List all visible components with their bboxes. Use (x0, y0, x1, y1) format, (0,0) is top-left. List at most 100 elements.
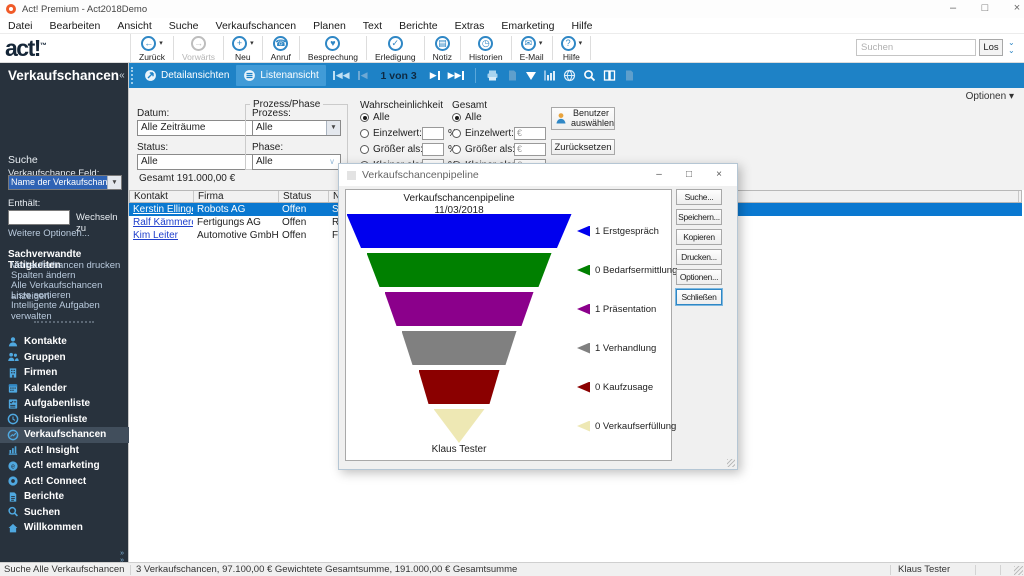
radio-alle[interactable]: Alle (360, 112, 390, 123)
menu-item-text[interactable]: Text (363, 20, 382, 32)
nav-splitter-handle[interactable] (34, 321, 94, 323)
field-select[interactable]: Name der Verkaufschance ▼ (8, 175, 122, 190)
sidebar-item-act-insight[interactable]: Act! Insight (0, 443, 129, 459)
value-input[interactable]: € (514, 143, 546, 156)
column-header-firma[interactable]: Firma (194, 191, 279, 202)
historien-button[interactable]: ◷Historien (461, 34, 511, 62)
column-header-kontakt[interactable]: Kontakt (130, 191, 194, 202)
zurück-button[interactable]: ←▾Zurück (131, 34, 173, 62)
value-input[interactable]: € (514, 127, 546, 140)
sidebar-item-gruppen[interactable]: Gruppen (0, 350, 129, 366)
dialog-maximize-button[interactable]: □ (675, 164, 703, 186)
menu-item-emarketing[interactable]: Emarketing (501, 20, 554, 32)
radio-icon[interactable] (452, 145, 461, 154)
related-link[interactable]: Intelligente Aufgaben verwalten (11, 300, 128, 322)
radio-alle[interactable]: Alle (452, 112, 482, 123)
column-header-status[interactable]: Status (279, 191, 329, 202)
chevron-down-icon[interactable]: ▾ (159, 39, 163, 47)
minimize-button[interactable]: – (936, 0, 970, 18)
menu-item-ansicht[interactable]: Ansicht (117, 20, 151, 32)
radio-icon[interactable] (452, 113, 461, 122)
value-input[interactable] (422, 143, 444, 156)
filter-icon[interactable] (526, 72, 536, 80)
more-options-link[interactable]: Weitere Optionen... (8, 228, 90, 239)
neu-button[interactable]: +▾Neu (224, 34, 262, 62)
chevron-down-icon[interactable]: ▼ (107, 176, 121, 189)
menu-item-berichte[interactable]: Berichte (399, 20, 438, 32)
sidebar-item-aufgabenliste[interactable]: Aufgabenliste (0, 396, 129, 412)
chevron-down-icon[interactable]: ▼ (326, 121, 340, 135)
previous-record-button[interactable]: ◀ (357, 70, 368, 81)
next-record-button[interactable]: ▶ (430, 70, 441, 81)
dialog-speichern-button[interactable]: Speichern... (676, 209, 722, 225)
sidebar-item-willkommen[interactable]: Willkommen (0, 520, 129, 536)
cell-contact[interactable]: Ralf Kämmerer (129, 216, 193, 229)
dialog-resize-grip[interactable] (727, 459, 735, 467)
search-go-button[interactable]: Los (979, 39, 1003, 56)
hilfe-button[interactable]: ?▾Hilfe (553, 34, 591, 62)
sidebar-item-historienliste[interactable]: Historienliste (0, 412, 129, 428)
radio-einzelwert[interactable]: Einzelwert: (360, 128, 422, 139)
notiz-button[interactable]: ▤Notiz (425, 34, 460, 62)
chevron-down-icon[interactable]: ▾ (250, 39, 254, 47)
menu-item-verkaufschancen[interactable]: Verkaufschancen (216, 20, 297, 32)
contact-link[interactable]: Kerstin Ellinger (133, 204, 193, 215)
collapse-sidebar-icon[interactable]: « (119, 70, 125, 81)
cell-contact[interactable]: Kim Leiter (129, 229, 193, 242)
menu-item-hilfe[interactable]: Hilfe (571, 20, 592, 32)
menu-item-planen[interactable]: Planen (313, 20, 346, 32)
dialog-suche-button[interactable]: Suche... (676, 189, 722, 205)
toolbar-overflow-icon[interactable]: ⌄⌄ (1008, 39, 1015, 55)
radio-größerals[interactable]: Größer als: (452, 144, 515, 155)
sidebar-item-firmen[interactable]: Firmen (0, 365, 129, 381)
contains-input[interactable] (8, 210, 70, 225)
preview-icon[interactable] (623, 69, 636, 82)
sidebar-item-kontakte[interactable]: Kontakte (0, 334, 129, 350)
radio-icon[interactable] (360, 113, 369, 122)
sidebar-item-berichte[interactable]: Berichte (0, 489, 129, 505)
sidebar-item-act-connect[interactable]: Act! Connect (0, 474, 129, 490)
e-mail-button[interactable]: ✉▾E-Mail (512, 34, 552, 62)
dialog-drucken-button[interactable]: Drucken... (676, 249, 722, 265)
contact-link[interactable]: Ralf Kämmerer (133, 217, 193, 228)
tab-list-view[interactable]: Listenansicht (236, 65, 325, 86)
sidebar-item-kalender[interactable]: Kalender (0, 381, 129, 397)
columns-icon[interactable] (603, 69, 616, 82)
besprechung-button[interactable]: ♥Besprechung (300, 34, 366, 62)
print-icon[interactable] (486, 69, 499, 82)
close-button[interactable]: × (1000, 0, 1024, 18)
select-users-button[interactable]: Benutzer auswählen (551, 107, 615, 130)
anruf-button[interactable]: ☎Anruf (263, 34, 299, 62)
cell-contact[interactable]: Kerstin Ellinger (129, 203, 193, 216)
contact-link[interactable]: Kim Leiter (133, 230, 178, 241)
dialog-close-button[interactable]: × (705, 164, 733, 186)
sidebar-item-act-emarketing[interactable]: eAct! emarketing (0, 458, 129, 474)
dialog-kopieren-button[interactable]: Kopieren (676, 229, 722, 245)
radio-icon[interactable] (360, 145, 369, 154)
tab-detail-views[interactable]: Detailansichten (137, 65, 236, 86)
dialog-schließen-button[interactable]: Schließen (676, 289, 722, 305)
sidebar-item-verkaufschancen[interactable]: Verkaufschancen (0, 427, 129, 443)
options-menu[interactable]: Optionen ▾ (966, 91, 1014, 102)
prozess-select[interactable]: Alle▼ (252, 120, 341, 136)
search-input[interactable] (856, 39, 976, 56)
sidebar-item-suchen[interactable]: Suchen (0, 505, 129, 521)
export-icon[interactable] (506, 69, 519, 82)
menu-item-datei[interactable]: Datei (8, 20, 33, 32)
dialog-minimize-button[interactable]: – (645, 164, 673, 186)
radio-icon[interactable] (452, 129, 461, 138)
dialog-optionen-button[interactable]: Optionen... (676, 269, 722, 285)
value-input[interactable] (422, 127, 444, 140)
first-record-button[interactable]: ◀◀ (332, 70, 350, 81)
erledigung-button[interactable]: ✓Erledigung (367, 34, 424, 62)
menu-item-bearbeiten[interactable]: Bearbeiten (50, 20, 101, 32)
radio-icon[interactable] (360, 129, 369, 138)
chevron-down-icon[interactable]: ▾ (579, 39, 583, 47)
lookup-icon[interactable] (583, 69, 596, 82)
maximize-button[interactable]: □ (968, 0, 1002, 18)
reset-button[interactable]: Zurücksetzen (551, 139, 615, 155)
toolbar-grip[interactable] (131, 67, 134, 84)
chevron-down-icon[interactable]: ▾ (539, 39, 543, 47)
last-record-button[interactable]: ▶▶ (448, 70, 466, 81)
menu-item-extras[interactable]: Extras (455, 20, 485, 32)
